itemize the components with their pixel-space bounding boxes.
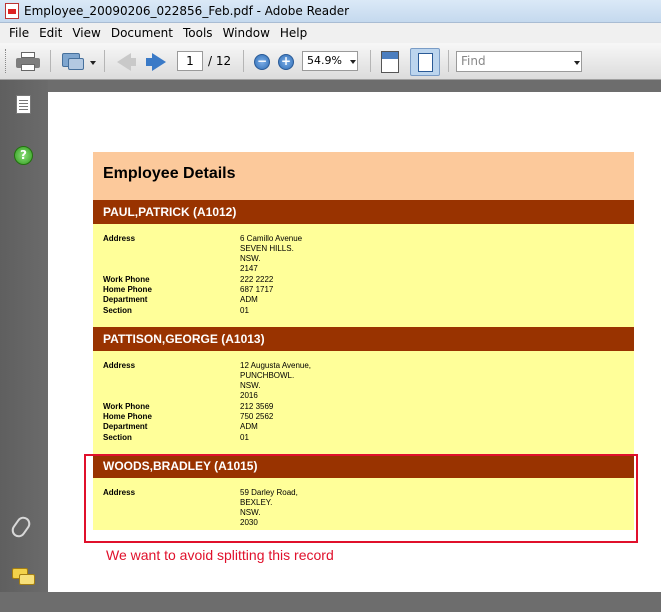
menu-tools[interactable]: Tools xyxy=(183,26,213,40)
pdf-file-icon xyxy=(5,3,19,19)
toolbar-separator xyxy=(243,50,244,72)
navigation-panel: ? xyxy=(0,80,48,592)
fit-width-icon[interactable] xyxy=(410,48,440,76)
comments-icon[interactable] xyxy=(12,568,36,586)
help-icon[interactable]: ? xyxy=(14,146,33,165)
address-line: PUNCHBOWL. xyxy=(240,371,295,380)
department-label: Department xyxy=(103,295,148,304)
address-line: 2147 xyxy=(240,264,258,273)
work-phone-label: Work Phone xyxy=(103,402,150,411)
toolbar-separator xyxy=(104,50,105,72)
address-line: NSW. xyxy=(240,381,261,390)
toolbar-grip[interactable] xyxy=(5,49,8,73)
menu-window[interactable]: Window xyxy=(223,26,270,40)
fit-page-icon[interactable] xyxy=(381,51,399,73)
find-input[interactable]: Find xyxy=(456,51,582,72)
section-value: 01 xyxy=(240,433,249,442)
chevron-down-icon[interactable] xyxy=(350,60,356,64)
department-label: Department xyxy=(103,422,148,431)
toolbar-separator xyxy=(370,50,371,72)
home-phone-label: Home Phone xyxy=(103,285,152,294)
address-label: Address xyxy=(103,361,136,370)
employee-name: PATTISON,GEORGE (A1013) xyxy=(103,332,265,346)
document-viewer[interactable]: Employee Details PAUL,PATRICK (A1012) Ad… xyxy=(48,80,661,592)
page-total: / 12 xyxy=(208,54,232,68)
address-line: 12 Augusta Avenue, xyxy=(240,361,312,370)
department-value: ADM xyxy=(240,295,258,304)
record-body: Address 6 Camillo Avenue SEVEN HILLS. NS… xyxy=(93,224,634,327)
chevron-down-icon[interactable] xyxy=(574,61,580,65)
department-value: ADM xyxy=(240,422,258,431)
section-value: 01 xyxy=(240,306,249,315)
work-phone-value: 222 2222 xyxy=(240,275,274,284)
menu-document[interactable]: Document xyxy=(111,26,173,40)
work-phone-label: Work Phone xyxy=(103,275,150,284)
zoom-in-icon[interactable]: + xyxy=(278,54,294,70)
highlight-box xyxy=(84,454,638,543)
work-phone-value: 212 3569 xyxy=(240,402,274,411)
home-phone-value: 687 1717 xyxy=(240,285,274,294)
home-phone-label: Home Phone xyxy=(103,412,152,421)
pdf-page: Employee Details PAUL,PATRICK (A1012) Ad… xyxy=(48,92,661,592)
next-page-icon[interactable] xyxy=(152,53,166,71)
address-label: Address xyxy=(103,234,136,243)
menu-file[interactable]: File xyxy=(9,26,29,40)
chevron-down-icon[interactable] xyxy=(90,61,96,65)
menu-help[interactable]: Help xyxy=(280,26,307,40)
record-header: PATTISON,GEORGE (A1013) xyxy=(93,327,634,351)
menu-view[interactable]: View xyxy=(72,26,100,40)
section-label: Section xyxy=(103,306,132,315)
address-line: 6 Camillo Avenue xyxy=(240,234,303,243)
address-line: SEVEN HILLS. xyxy=(240,244,294,253)
section-label: Section xyxy=(103,433,132,442)
zoom-out-icon[interactable]: − xyxy=(254,54,270,70)
record-header: PAUL,PATRICK (A1012) xyxy=(93,200,634,224)
print-icon[interactable] xyxy=(16,52,40,72)
record-body: Address 12 Augusta Avenue, PUNCHBOWL. NS… xyxy=(93,351,634,454)
window-title-bar: Employee_20090206_022856_Feb.pdf - Adobe… xyxy=(0,0,661,23)
menu-edit[interactable]: Edit xyxy=(39,26,62,40)
toolbar-separator xyxy=(448,50,449,72)
window-title: Employee_20090206_022856_Feb.pdf - Adobe… xyxy=(24,4,350,18)
collaborate-icon[interactable] xyxy=(62,51,90,73)
attachments-icon[interactable] xyxy=(8,513,34,541)
toolbar: 1 / 12 − + 54.9% Find xyxy=(0,43,661,80)
page-number-input[interactable]: 1 xyxy=(177,51,203,71)
report-title: Employee Details xyxy=(103,165,236,182)
toolbar-separator xyxy=(50,50,51,72)
menu-bar: File Edit View Document Tools Window Hel… xyxy=(0,23,661,43)
pages-icon[interactable] xyxy=(16,95,31,114)
report-header: Employee Details xyxy=(93,152,634,200)
annotation-text: We want to avoid splitting this record xyxy=(106,547,334,563)
employee-name: PAUL,PATRICK (A1012) xyxy=(103,205,237,219)
address-line: NSW. xyxy=(240,254,261,263)
bottom-edge xyxy=(0,592,661,612)
home-phone-value: 750 2562 xyxy=(240,412,274,421)
address-line: 2016 xyxy=(240,391,258,400)
previous-page-icon[interactable] xyxy=(117,53,131,71)
